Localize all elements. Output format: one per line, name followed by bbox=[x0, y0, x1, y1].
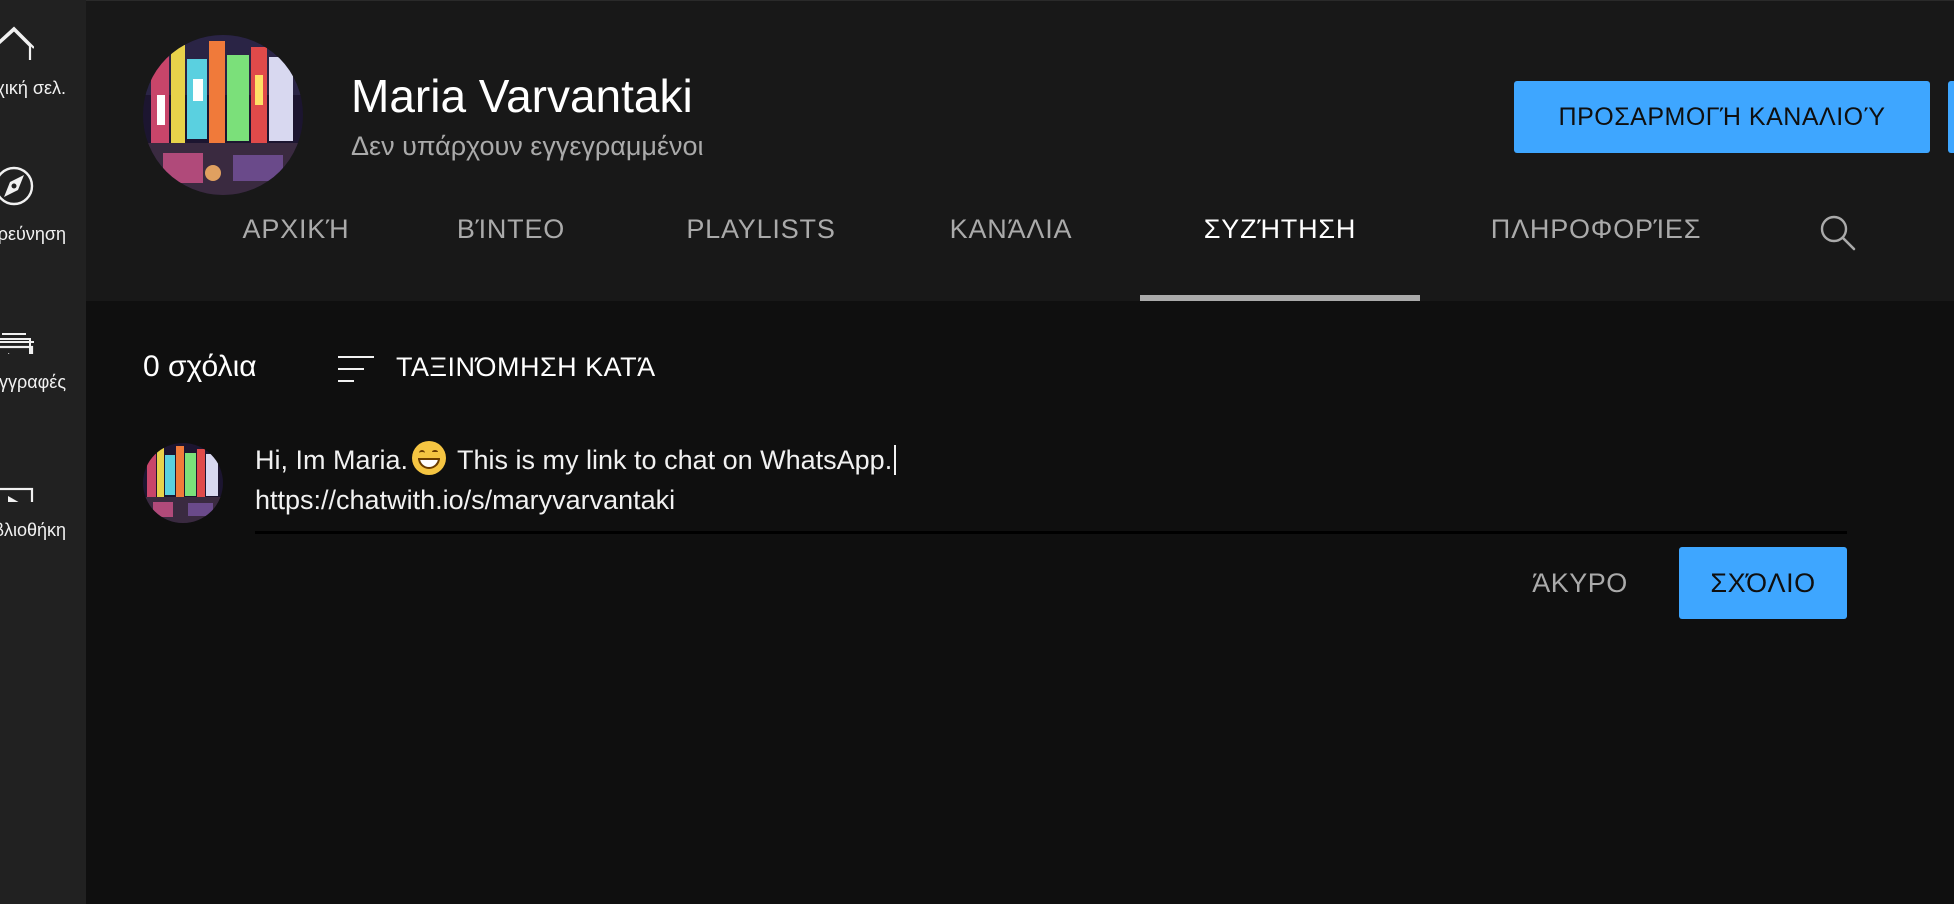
comment-text-part: Hi, Im Maria. bbox=[255, 445, 409, 475]
comment-line-2: https://chatwith.io/s/maryvarvantaki bbox=[255, 485, 676, 515]
text-cursor bbox=[894, 445, 897, 475]
tab-playlists[interactable]: PLAYLISTS bbox=[646, 201, 876, 302]
search-icon[interactable] bbox=[1816, 211, 1860, 255]
comment-input[interactable]: Hi, Im Maria. This is my link to chat on… bbox=[255, 440, 1847, 534]
channel-name: Maria Varvantaki bbox=[351, 70, 693, 122]
comment-line-1: Hi, Im Maria. This is my link to chat on… bbox=[255, 440, 1847, 480]
manage-videos-button[interactable] bbox=[1948, 81, 1954, 153]
guide-item-subscriptions[interactable]: Εγγραφές bbox=[0, 314, 86, 424]
guide-item-home[interactable]: Αρχική σελ. bbox=[0, 20, 86, 130]
subscriptions-icon bbox=[0, 333, 34, 354]
guide-item-label: Εξερεύνηση bbox=[0, 224, 66, 244]
guide-item-label: Βιβλιοθήκη bbox=[0, 520, 66, 540]
tab-channels[interactable]: ΚΑΝΆΛΙΑ bbox=[916, 201, 1106, 302]
channel-avatar[interactable] bbox=[143, 35, 303, 195]
tab-videos[interactable]: ΒΊΝΤΕΟ bbox=[426, 201, 596, 302]
channel-header: Maria Varvantaki Δεν υπάρχουν εγγεγραμμέ… bbox=[86, 0, 1954, 301]
channel-tabs: ΑΡΧΙΚΉ ΒΊΝΤΕΟ PLAYLISTS ΚΑΝΆΛΙΑ ΣΥΖΉΤΗΣΗ… bbox=[86, 201, 1954, 302]
home-icon bbox=[0, 26, 34, 60]
compass-icon bbox=[0, 166, 34, 206]
comments-count: 0 σχόλια bbox=[143, 350, 257, 383]
subscriber-count: Δεν υπάρχουν εγγεγραμμένοι bbox=[351, 131, 704, 161]
tab-home[interactable]: ΑΡΧΙΚΉ bbox=[206, 201, 386, 302]
user-avatar bbox=[143, 443, 223, 523]
tab-about[interactable]: ΠΛΗΡΟΦΟΡΊΕΣ bbox=[1466, 201, 1726, 302]
city-night-photo bbox=[143, 443, 223, 523]
guide-item-explore[interactable]: Εξερεύνηση bbox=[0, 166, 86, 276]
mini-guide: Αρχική σελ. Εξερεύνηση Εγγραφές Βιβλιοθή… bbox=[0, 0, 86, 904]
guide-item-label: Εγγραφές bbox=[0, 372, 66, 392]
sort-label: ΤΑΞΙΝΌΜΗΣΗ ΚΑΤΆ bbox=[396, 352, 656, 382]
guide-item-library[interactable]: Βιβλιοθήκη bbox=[0, 462, 86, 572]
guide-item-label: Αρχική σελ. bbox=[0, 78, 66, 98]
library-icon bbox=[0, 487, 34, 502]
active-tab-indicator bbox=[1140, 295, 1420, 301]
customize-channel-button[interactable]: ΠΡΟΣΑΡΜΟΓΉ ΚΑΝΑΛΙΟΎ bbox=[1514, 81, 1930, 153]
city-night-photo bbox=[143, 35, 303, 195]
tab-discussion[interactable]: ΣΥΖΉΤΗΣΗ bbox=[1140, 201, 1420, 302]
grinning-face-emoji-icon bbox=[412, 441, 447, 475]
sort-icon bbox=[338, 356, 374, 382]
cancel-button[interactable]: ΆΚΥΡΟ bbox=[1510, 547, 1650, 619]
submit-comment-button[interactable]: ΣΧΌΛΙΟ bbox=[1679, 547, 1847, 619]
comment-text-part: This is my link to chat on WhatsApp. bbox=[450, 445, 893, 475]
